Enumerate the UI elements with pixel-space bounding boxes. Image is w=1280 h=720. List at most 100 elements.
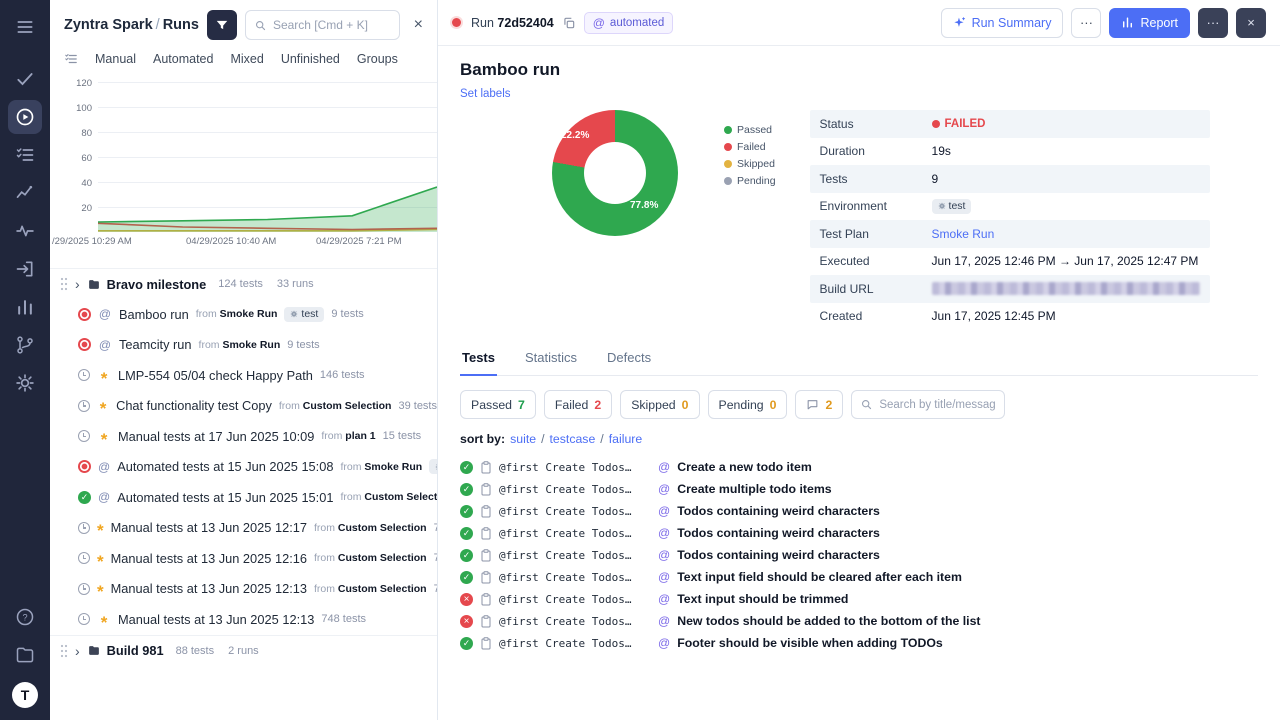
test-plans-icon[interactable] [8, 138, 42, 172]
test-row[interactable]: @first Create Todos… @ Todos containing … [460, 500, 1258, 522]
tests-check-icon[interactable] [8, 62, 42, 96]
test-row[interactable]: @first Create Todos… @ Todos containing … [460, 544, 1258, 566]
more-actions-button[interactable]: ··· [1071, 8, 1101, 38]
test-plan-link[interactable]: Smoke Run [932, 227, 995, 241]
test-title[interactable]: Todos containing weird characters [677, 526, 880, 540]
settings-gear-icon[interactable] [8, 366, 42, 400]
filter-button[interactable] [207, 10, 237, 40]
run-title[interactable]: Automated tests at 15 Jun 2025 15:08 [117, 459, 333, 474]
reports-icon[interactable] [8, 290, 42, 324]
run-title[interactable]: Manual tests at 13 Jun 2025 12:17 [111, 520, 307, 535]
run-title[interactable]: Manual tests at 13 Jun 2025 12:13 [118, 612, 314, 627]
tab-statistics[interactable]: Statistics [523, 350, 579, 376]
run-status-icon [78, 552, 90, 564]
run-row[interactable]: Automated tests at 15 Jun 2025 15:01 fro… [50, 482, 437, 513]
group-row-build-981[interactable]: › Build 981 88 tests 2 runs [50, 635, 437, 666]
breadcrumb-project[interactable]: Zyntra Spark [64, 17, 153, 33]
run-title[interactable]: Automated tests at 15 Jun 2025 15:01 [117, 490, 333, 505]
run-title[interactable]: Bamboo run [119, 307, 189, 322]
run-row[interactable]: LMP-554 05/04 check Happy Path 146 tests [50, 360, 437, 391]
test-title[interactable]: Todos containing weird characters [677, 548, 880, 562]
run-row[interactable]: Automated tests at 15 Jun 2025 15:08 fro… [50, 452, 437, 483]
tab-manual[interactable]: Manual [95, 52, 136, 66]
test-title[interactable]: Todos containing weird characters [677, 504, 880, 518]
run-title[interactable]: Chat functionality test Copy [116, 398, 272, 413]
run-row[interactable]: Manual tests at 17 Jun 2025 10:09 from p… [50, 421, 437, 452]
report-button[interactable]: Report [1109, 8, 1190, 38]
run-row[interactable]: Manual tests at 13 Jun 2025 12:13 748 te… [50, 604, 437, 635]
breadcrumb-section[interactable]: Runs [163, 17, 199, 33]
sort-by-failure[interactable]: failure [609, 432, 643, 446]
pulse-icon[interactable] [8, 214, 42, 248]
chevron-icon[interactable]: › [74, 277, 81, 291]
set-labels-link[interactable]: Set labels [460, 88, 511, 100]
filter-comments[interactable]: 2 [795, 390, 843, 419]
select-all-icon[interactable] [64, 52, 78, 66]
import-icon[interactable] [8, 252, 42, 286]
run-row[interactable]: Bamboo run from Smoke Run test 9 tests [50, 299, 437, 330]
test-row[interactable]: @first Create Todos… @ Footer should be … [460, 632, 1258, 654]
test-title[interactable]: Text input field should be cleared after… [677, 570, 962, 584]
tab-tests[interactable]: Tests [460, 350, 497, 376]
group-name[interactable]: Bravo milestone [107, 277, 207, 292]
projects-folder-icon[interactable] [8, 638, 42, 672]
tab-unfinished[interactable]: Unfinished [281, 52, 340, 66]
sort-by-suite[interactable]: suite [510, 432, 536, 446]
run-title[interactable]: LMP-554 05/04 check Happy Path [118, 368, 313, 383]
app-logo[interactable]: T [12, 682, 38, 708]
help-icon[interactable]: ? [8, 600, 42, 634]
run-title[interactable]: Teamcity run [119, 337, 192, 352]
run-row[interactable]: Manual tests at 13 Jun 2025 12:17 from C… [50, 513, 437, 544]
run-title[interactable]: Manual tests at 13 Jun 2025 12:16 [111, 551, 307, 566]
run-detail-content: Bamboo run Set labels 22.2% 77.8% Passed… [438, 46, 1280, 720]
drag-handle-icon[interactable] [60, 644, 68, 658]
group-row-bravo-milestone[interactable]: › Bravo milestone 124 tests 33 runs [50, 268, 437, 299]
tests-search-input[interactable] [879, 399, 996, 411]
test-row[interactable]: @first Create Todos… @ Text input field … [460, 566, 1258, 588]
run-title[interactable]: Manual tests at 17 Jun 2025 10:09 [118, 429, 314, 444]
automated-tag-chip[interactable]: @automated [584, 12, 674, 34]
test-suite: @first Create Todos… [499, 505, 651, 518]
search-icon [860, 398, 873, 411]
branch-icon[interactable] [8, 328, 42, 362]
menu-icon[interactable] [8, 10, 42, 44]
run-row[interactable]: Manual tests at 13 Jun 2025 12:13 from C… [50, 574, 437, 605]
search-input[interactable] [273, 18, 391, 32]
tab-automated[interactable]: Automated [153, 52, 213, 66]
tab-groups[interactable]: Groups [357, 52, 398, 66]
analytics-trend-icon[interactable] [8, 176, 42, 210]
run-row[interactable]: Chat functionality test Copy from Custom… [50, 391, 437, 422]
test-title[interactable]: Create multiple todo items [677, 482, 831, 496]
filter-failed[interactable]: Failed2 [544, 390, 612, 419]
drag-handle-icon[interactable] [60, 277, 68, 291]
panel-close-button[interactable]: × [408, 14, 429, 36]
filter-skipped[interactable]: Skipped0 [620, 390, 699, 419]
test-row[interactable]: @first Create Todos… @ Create multiple t… [460, 478, 1258, 500]
test-row[interactable]: @first Create Todos… @ Text input should… [460, 588, 1258, 610]
test-title[interactable]: Create a new todo item [677, 460, 812, 474]
test-title[interactable]: Footer should be visible when adding TOD… [677, 636, 943, 650]
run-title[interactable]: Manual tests at 13 Jun 2025 12:13 [111, 581, 307, 596]
run-row[interactable]: Teamcity run from Smoke Run 9 tests [50, 330, 437, 361]
tab-mixed[interactable]: Mixed [230, 52, 263, 66]
filter-passed[interactable]: Passed7 [460, 390, 536, 419]
filter-pending[interactable]: Pending0 [708, 390, 788, 419]
sort-by-testcase[interactable]: testcase [550, 432, 596, 446]
run-row[interactable]: Manual tests at 13 Jun 2025 12:16 from C… [50, 543, 437, 574]
copy-run-id-button[interactable] [562, 16, 576, 30]
tab-defects[interactable]: Defects [605, 350, 653, 376]
test-title[interactable]: Text input should be trimmed [677, 592, 848, 606]
folder-icon [87, 278, 101, 291]
runs-icon[interactable] [8, 100, 42, 134]
ytick: 120 [50, 78, 92, 89]
test-row[interactable]: @first Create Todos… @ Create a new todo… [460, 456, 1258, 478]
test-row[interactable]: @first Create Todos… @ Todos containing … [460, 522, 1258, 544]
chevron-icon[interactable]: › [74, 644, 81, 658]
run-summary-button[interactable]: Run Summary [941, 8, 1064, 38]
test-row[interactable]: @first Create Todos… @ New todos should … [460, 610, 1258, 632]
more-dark-button[interactable]: ··· [1198, 8, 1228, 38]
group-name[interactable]: Build 981 [107, 643, 164, 658]
gear-icon [290, 310, 298, 318]
close-run-button[interactable]: × [1236, 8, 1266, 38]
test-title[interactable]: New todos should be added to the bottom … [677, 614, 980, 628]
